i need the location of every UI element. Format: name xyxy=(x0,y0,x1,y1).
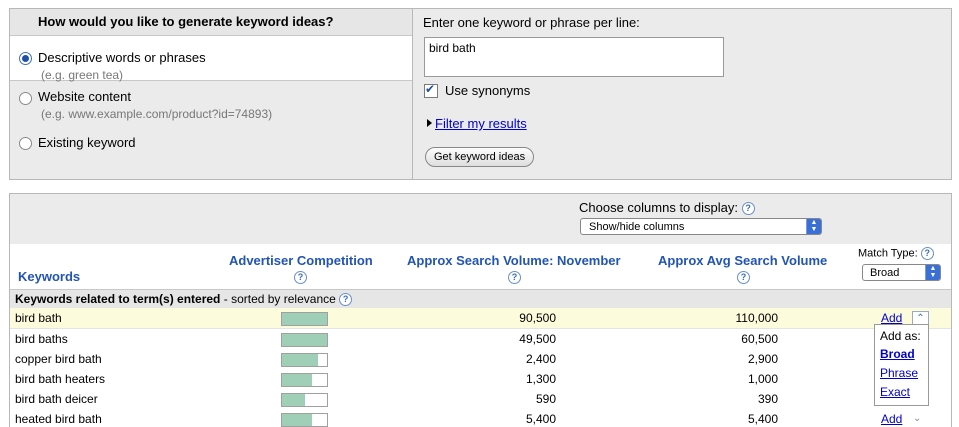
search-average-cell: 390 xyxy=(757,392,778,406)
idea-source-question: How would you like to generate keyword i… xyxy=(10,9,412,36)
table-row: bird bath 90,500 110,000 Add xyxy=(10,308,951,329)
columns-select-value: Show/hide columns xyxy=(589,221,685,233)
competition-bar xyxy=(281,413,328,427)
search-average-cell: 1,000 xyxy=(747,372,778,386)
group-title: Keywords related to term(s) entered - so… xyxy=(15,290,353,308)
table-row: bird bath deicer 590 390 xyxy=(10,389,951,410)
search-average-cell: 5,400 xyxy=(747,412,778,426)
help-icon[interactable]: ? xyxy=(741,202,755,216)
competition-bar xyxy=(281,373,328,387)
group-header-row: Keywords related to term(s) entered - so… xyxy=(10,290,951,308)
keyword-cell: bird baths xyxy=(15,332,68,346)
match-type-label: Match Type: ? xyxy=(858,247,934,260)
search-november-cell: 1,300 xyxy=(525,372,556,386)
select-arrows-icon[interactable]: ▲ ▼ xyxy=(806,219,821,234)
keyword-idea-panel: How would you like to generate keyword i… xyxy=(9,8,952,180)
add-as-broad-link[interactable]: Broad xyxy=(880,347,915,361)
search-november-cell: 590 xyxy=(535,392,556,406)
competition-bar xyxy=(281,312,328,326)
keyword-textarea[interactable]: bird bath xyxy=(424,37,724,77)
add-as-exact-link[interactable]: Exact xyxy=(880,385,910,399)
table-row: bird baths 49,500 60,500 xyxy=(10,329,951,350)
option-existing-label[interactable]: Existing keyword xyxy=(38,135,136,150)
search-average-cell: 2,900 xyxy=(747,352,778,366)
use-synonyms-checkbox[interactable] xyxy=(424,82,438,98)
competition-bar-fill xyxy=(282,394,305,406)
get-keyword-ideas-button[interactable]: Get keyword ideas xyxy=(425,147,535,167)
competition-help-icon[interactable]: ? xyxy=(294,271,307,284)
add-as-title: Add as: xyxy=(880,329,921,343)
radio-existing-keyword[interactable] xyxy=(19,137,32,150)
chevron-down-icon[interactable]: ⌄ xyxy=(913,409,921,427)
add-as-phrase-link[interactable]: Phrase xyxy=(880,366,918,380)
search-november-cell: 90,500 xyxy=(519,311,556,325)
header-search-november[interactable]: Approx Search Volume: November xyxy=(407,253,621,268)
select-arrows-icon[interactable]: ▲ ▼ xyxy=(925,265,940,280)
table-row: copper bird bath 2,400 2,900 xyxy=(10,349,951,370)
keyword-entry-column: Enter one keyword or phrase per line: bi… xyxy=(413,9,951,179)
competition-bar-fill xyxy=(282,313,327,325)
search-november-cell: 2,400 xyxy=(525,352,556,366)
header-competition[interactable]: Advertiser Competition xyxy=(229,253,373,268)
competition-bar xyxy=(281,353,328,367)
competition-bar-fill xyxy=(282,374,312,386)
expand-triangle-icon[interactable] xyxy=(427,119,432,127)
match-type-help-icon[interactable]: ? xyxy=(920,247,934,260)
filter-results-link[interactable]: Filter my results xyxy=(435,116,527,131)
competition-bar xyxy=(281,333,328,347)
results-panel: Choose columns to display: ? Show/hide c… xyxy=(9,193,952,427)
search-november-cell: 5,400 xyxy=(525,412,556,426)
add-as-popup: Add as: Broad Phrase Exact xyxy=(874,324,929,406)
keyword-cell: bird bath deicer xyxy=(15,392,98,406)
competition-bar-fill xyxy=(282,354,318,366)
search-average-cell: 110,000 xyxy=(735,311,779,325)
match-type-select[interactable]: Broad ▲ ▼ xyxy=(862,264,941,281)
option-descriptive-example: (e.g. green tea) xyxy=(41,68,124,82)
add-keyword-link[interactable]: Add xyxy=(881,409,902,427)
search-average-help-icon[interactable]: ? xyxy=(737,271,750,284)
match-type-value: Broad xyxy=(870,267,900,279)
keyword-cell: bird bath xyxy=(15,311,62,325)
search-average-cell: 60,500 xyxy=(741,332,778,346)
column-chooser-bar: Choose columns to display: ? Show/hide c… xyxy=(10,194,951,244)
idea-source-column: How would you like to generate keyword i… xyxy=(10,9,413,179)
header-keywords[interactable]: Keywords xyxy=(18,269,80,284)
use-synonyms-label[interactable]: Use synonyms xyxy=(445,83,530,98)
table-row: bird bath heaters 1,300 1,000 xyxy=(10,369,951,390)
option-descriptive-row[interactable]: Descriptive words or phrases (e.g. green… xyxy=(10,36,412,82)
radio-website[interactable] xyxy=(19,92,32,105)
competition-bar-fill xyxy=(282,414,312,426)
header-search-average[interactable]: Approx Avg Search Volume xyxy=(658,253,827,268)
search-november-cell: 49,500 xyxy=(519,332,556,346)
group-help-icon[interactable]: ? xyxy=(339,293,353,307)
search-november-help-icon[interactable]: ? xyxy=(508,271,521,284)
radio-descriptive[interactable] xyxy=(19,52,32,65)
option-website-label[interactable]: Website content xyxy=(38,89,131,104)
keyword-cell: heated bird bath xyxy=(15,412,102,426)
keyword-cell: copper bird bath xyxy=(15,352,102,366)
table-row: heated bird bath 5,400 5,400 Add ⌄ xyxy=(10,409,951,427)
competition-bar-fill xyxy=(282,334,327,346)
competition-bar xyxy=(281,393,328,407)
keyword-entry-label: Enter one keyword or phrase per line: xyxy=(423,15,640,30)
option-descriptive-label[interactable]: Descriptive words or phrases xyxy=(38,50,206,65)
table-header-row: Keywords Advertiser Competition ? Approx… xyxy=(10,244,951,290)
choose-columns-label: Choose columns to display: ? xyxy=(579,200,755,216)
keyword-cell: bird bath heaters xyxy=(15,372,106,386)
option-website-example: (e.g. www.example.com/product?id=74893) xyxy=(41,107,273,121)
columns-select[interactable]: Show/hide columns ▲ ▼ xyxy=(580,218,822,235)
